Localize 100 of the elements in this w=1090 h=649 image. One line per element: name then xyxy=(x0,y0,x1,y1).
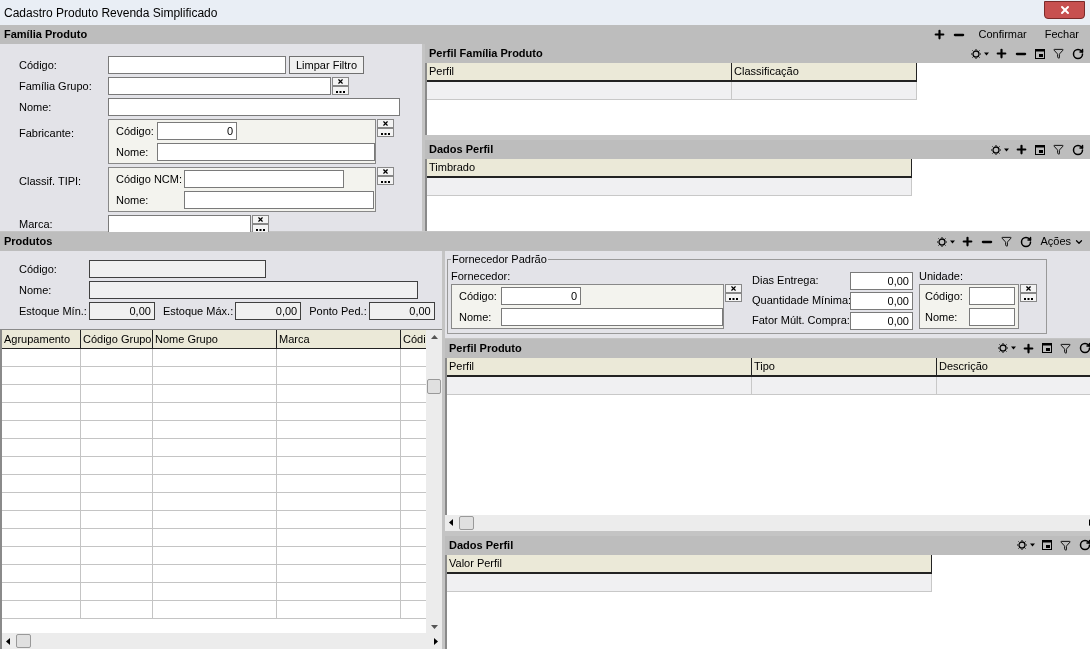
filter-icon xyxy=(1060,342,1071,354)
field-label: Fator Múlt. Compra: xyxy=(752,313,850,329)
actions-menu-button[interactable]: Ações xyxy=(1036,233,1088,250)
refresh-icon xyxy=(1079,539,1090,551)
close-icon xyxy=(1058,3,1071,16)
section-title: Perfil Produto xyxy=(449,340,522,356)
input-field[interactable] xyxy=(501,308,723,326)
plus-icon xyxy=(1022,341,1035,355)
input-field[interactable] xyxy=(108,77,331,95)
browse-button[interactable] xyxy=(1020,293,1037,302)
browse-button[interactable] xyxy=(725,293,742,302)
field-label: Unidade: xyxy=(919,268,965,284)
input-field[interactable] xyxy=(969,287,1015,305)
table-cell xyxy=(81,349,153,367)
field-label: Nome: xyxy=(116,144,149,160)
clear-button[interactable] xyxy=(332,77,349,86)
group-title: Fornecedor Padrão xyxy=(451,252,548,267)
section-title: Família Produto xyxy=(4,27,88,43)
input-field[interactable]: 0,00 xyxy=(850,291,913,310)
table-cell xyxy=(81,385,153,403)
field-label: Código: xyxy=(19,57,57,73)
column-header[interactable]: Classificação xyxy=(732,63,917,82)
column-header[interactable]: Códi xyxy=(401,330,426,349)
field-label: Código: xyxy=(116,123,154,139)
field-label: Código NCM: xyxy=(116,171,183,187)
input-field[interactable]: 0 xyxy=(501,287,581,305)
scroll-thumb[interactable] xyxy=(427,379,441,394)
left-arrow-icon xyxy=(449,519,453,526)
clear-button[interactable] xyxy=(377,119,394,128)
window-title: Cadastro Produto Revenda Simplificado xyxy=(4,4,218,22)
column-header[interactable]: Timbrado xyxy=(427,159,912,178)
browse-button[interactable] xyxy=(332,86,349,95)
toolbar-button[interactable]: Fechar xyxy=(1035,26,1088,43)
table-cell xyxy=(81,457,153,475)
refresh-icon xyxy=(1079,342,1090,354)
clear-button[interactable] xyxy=(377,167,394,176)
field-label: Marca: xyxy=(19,216,53,232)
table-cell xyxy=(81,367,153,385)
table-cell xyxy=(81,529,153,547)
refresh-icon xyxy=(1072,47,1084,60)
column-header[interactable]: Nome Grupo xyxy=(153,330,277,349)
input-field[interactable] xyxy=(969,308,1015,326)
view-options-icon xyxy=(1016,540,1036,550)
plus-icon xyxy=(995,47,1008,60)
field-label: Nome: xyxy=(459,309,492,325)
table-cell xyxy=(81,403,153,421)
table-cell xyxy=(81,547,153,565)
table-cell xyxy=(81,565,153,583)
window-icon xyxy=(1042,540,1052,550)
column-header[interactable]: Agrupamento xyxy=(2,330,81,349)
view-options-icon xyxy=(936,236,957,247)
input-field[interactable] xyxy=(157,143,375,161)
column-header[interactable]: Perfil xyxy=(427,63,732,82)
view-options-icon xyxy=(990,144,1010,155)
column-header[interactable]: Código Grupo xyxy=(81,330,153,349)
clear-button[interactable] xyxy=(1020,284,1037,293)
input-field[interactable] xyxy=(184,191,374,209)
vertical-scrollbar[interactable] xyxy=(426,330,442,633)
view-options-icon xyxy=(970,48,990,59)
input-field[interactable] xyxy=(108,56,286,74)
filter-icon xyxy=(1060,539,1071,551)
field-label: Estoque Mín.: xyxy=(19,303,87,319)
browse-button[interactable] xyxy=(377,176,394,185)
section-title: Produtos xyxy=(4,234,53,250)
scroll-thumb[interactable] xyxy=(16,634,31,648)
section-title: Dados Perfil xyxy=(449,537,514,553)
plus-icon xyxy=(961,235,975,248)
field-label: Ponto Ped.: xyxy=(309,303,367,319)
clear-button[interactable] xyxy=(725,284,742,293)
close-icon xyxy=(382,120,389,127)
scroll-thumb[interactable] xyxy=(459,515,474,530)
field-label: Família Grupo: xyxy=(19,78,92,94)
field-label: Quantidade Mínima: xyxy=(752,293,852,309)
column-header[interactable]: Marca xyxy=(277,330,401,349)
toolbar-button[interactable]: Confirmar xyxy=(969,26,1036,43)
close-icon xyxy=(382,168,389,175)
section-title: Dados Perfil xyxy=(429,142,494,158)
close-icon xyxy=(257,216,264,223)
close-button[interactable] xyxy=(1044,0,1085,19)
plus-icon xyxy=(933,28,947,41)
clear-filter-button[interactable]: Limpar Filtro xyxy=(289,56,365,74)
browse-button[interactable] xyxy=(377,128,394,137)
table-cell xyxy=(81,601,153,619)
input-field[interactable]: 0 xyxy=(157,122,237,140)
table-cell xyxy=(81,583,153,601)
field-label: Nome: xyxy=(925,309,958,325)
window-icon xyxy=(1035,144,1045,155)
clear-button[interactable] xyxy=(252,215,269,224)
input-field[interactable] xyxy=(108,215,251,233)
field-label: Código: xyxy=(925,288,963,304)
close-icon xyxy=(337,78,344,85)
input-field[interactable]: 0,00 xyxy=(850,271,913,290)
horizontal-scrollbar[interactable] xyxy=(2,633,442,649)
section-title: Perfil Família Produto xyxy=(429,46,543,62)
input-field[interactable] xyxy=(184,170,344,188)
table-cell xyxy=(81,421,153,439)
input-field[interactable] xyxy=(108,98,400,116)
down-arrow-icon xyxy=(430,625,438,629)
table-cell xyxy=(81,475,153,493)
input-field[interactable]: 0,00 xyxy=(850,311,913,330)
